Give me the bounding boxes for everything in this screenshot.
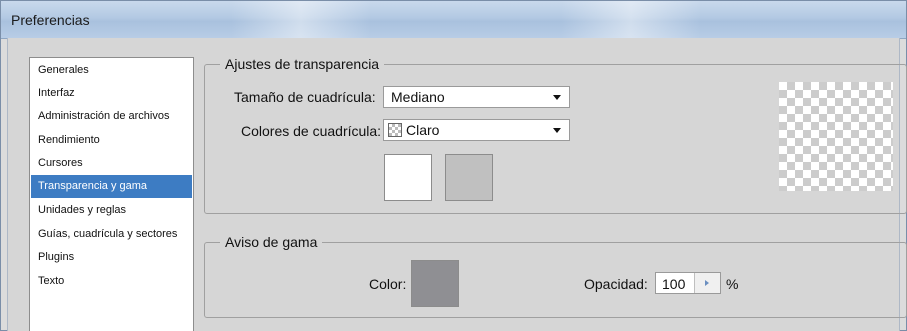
chevron-down-icon bbox=[553, 95, 561, 100]
grid-color-1-swatch[interactable] bbox=[384, 154, 432, 201]
opacity-label: Opacidad: bbox=[584, 276, 648, 292]
gamut-warning-group bbox=[204, 242, 907, 318]
sidebar-item-guias-cuadricula-sectores[interactable]: Guías, cuadrícula y sectores bbox=[31, 223, 192, 246]
sidebar-item-label: Administración de archivos bbox=[38, 110, 170, 122]
transparency-preview bbox=[779, 82, 893, 191]
gamut-color-swatch[interactable] bbox=[411, 260, 459, 307]
sidebar-item-generales[interactable]: Generales bbox=[31, 59, 192, 82]
sidebar-item-label: Interfaz bbox=[38, 87, 75, 99]
sidebar-item-rendimiento[interactable]: Rendimiento bbox=[31, 129, 192, 152]
sidebar-item-label: Cursores bbox=[38, 157, 83, 169]
title-bar-glare bbox=[231, 1, 371, 39]
sidebar-item-label: Plugins bbox=[38, 251, 75, 263]
checkerboard-swatch-icon bbox=[388, 123, 402, 137]
chevron-down-icon bbox=[553, 128, 561, 133]
opacity-input[interactable]: 100 bbox=[655, 272, 721, 294]
sidebar-item-interfaz[interactable]: Interfaz bbox=[31, 82, 192, 105]
gamut-color-label: Color: bbox=[369, 276, 407, 292]
sidebar-item-administracion-archivos[interactable]: Administración de archivos bbox=[31, 105, 192, 128]
grid-size-select[interactable]: Mediano bbox=[383, 86, 570, 108]
gamut-group-title: Aviso de gama bbox=[220, 234, 323, 250]
grid-colors-select[interactable]: Claro bbox=[383, 119, 570, 141]
grid-colors-label: Colores de cuadrícula: bbox=[241, 123, 382, 139]
sidebar-item-label: Generales bbox=[38, 64, 89, 76]
sidebar-item-label: Texto bbox=[38, 275, 65, 287]
opacity-unit: % bbox=[726, 276, 739, 292]
sidebar-item-plugins[interactable]: Plugins bbox=[31, 246, 192, 269]
sidebar-item-unidades-reglas[interactable]: Unidades y reglas bbox=[31, 199, 192, 222]
title-bar-glare bbox=[561, 1, 701, 39]
opacity-slider-button[interactable] bbox=[694, 273, 720, 293]
sidebar-item-cursores[interactable]: Cursores bbox=[31, 152, 192, 175]
grid-color-2-swatch[interactable] bbox=[445, 154, 493, 201]
sidebar-item-label: Guías, cuadrícula y sectores bbox=[38, 228, 178, 240]
sidebar-item-label: Unidades y reglas bbox=[38, 204, 127, 216]
opacity-value: 100 bbox=[662, 276, 686, 292]
sidebar-item-texto[interactable]: Texto bbox=[31, 270, 192, 293]
preferences-category-list[interactable]: Generales Interfaz Administración de arc… bbox=[29, 57, 194, 331]
grid-size-value: Mediano bbox=[391, 89, 445, 105]
grid-size-label: Tamaño de cuadrícula: bbox=[234, 89, 376, 105]
sidebar-item-label: Transparencia y gama bbox=[38, 180, 148, 192]
sidebar-item-transparencia-gama[interactable]: Transparencia y gama bbox=[31, 175, 192, 198]
triangle-right-icon bbox=[705, 280, 709, 286]
grid-colors-value: Claro bbox=[406, 122, 440, 138]
transparency-group-title: Ajustes de transparencia bbox=[220, 56, 385, 72]
sidebar-item-label: Rendimiento bbox=[38, 134, 100, 146]
title-bar[interactable]: Preferencias bbox=[1, 1, 906, 39]
window-title: Preferencias bbox=[11, 12, 90, 28]
